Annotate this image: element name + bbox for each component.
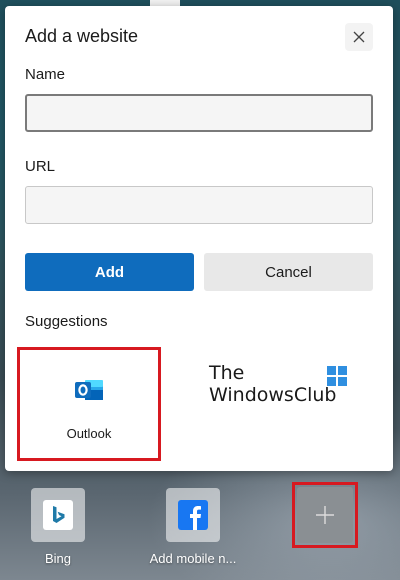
facebook-icon: [178, 500, 208, 530]
quick-link-label: Add mobile n...: [149, 551, 237, 566]
close-button[interactable]: [345, 23, 373, 51]
name-label: Name: [25, 66, 66, 83]
name-input[interactable]: [25, 94, 373, 132]
url-label: URL: [25, 158, 56, 175]
suggestion-outlook[interactable]: Outlook: [17, 347, 161, 461]
add-website-dialog: Add a website Name URL Add Cancel Sugges…: [5, 6, 393, 471]
close-icon: [353, 31, 365, 43]
quick-link-facebook[interactable]: [166, 488, 220, 542]
watermark: The WindowsClub: [209, 362, 359, 412]
watermark-line2: WindowsClub: [209, 384, 337, 406]
outlook-icon: [73, 374, 105, 406]
add-button[interactable]: Add: [25, 253, 194, 291]
plus-icon: [316, 506, 334, 524]
quick-link-label: Bing: [44, 551, 72, 566]
cancel-button[interactable]: Cancel: [204, 253, 373, 291]
suggestion-label: Outlook: [66, 426, 112, 441]
add-site-button[interactable]: [297, 487, 353, 543]
bing-icon: [43, 500, 73, 530]
suggestions-heading: Suggestions: [25, 313, 108, 330]
quick-link-bing[interactable]: [31, 488, 85, 542]
windows-logo-icon: [327, 366, 347, 386]
url-input[interactable]: [25, 186, 373, 224]
dialog-title: Add a website: [25, 26, 139, 46]
